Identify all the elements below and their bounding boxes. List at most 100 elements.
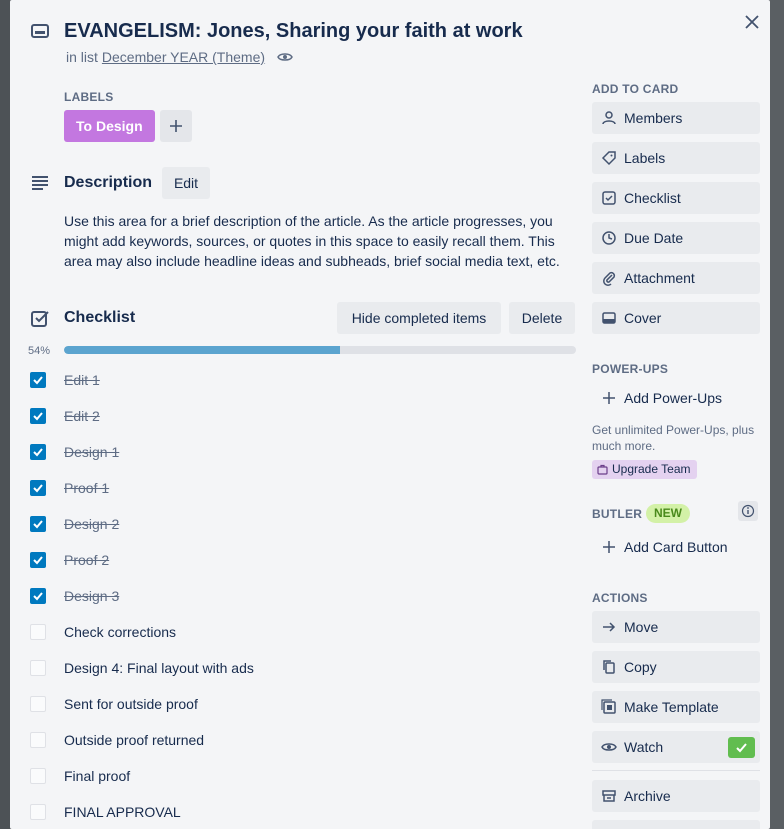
checklist-item[interactable]: Design 4: Final layout with ads <box>10 650 590 686</box>
description-text[interactable]: Use this area for a brief description of… <box>64 211 584 271</box>
list-link[interactable]: December YEAR (Theme) <box>102 48 265 66</box>
members-label: Members <box>624 110 683 126</box>
checklist-item-text[interactable]: Design 3 <box>64 587 119 605</box>
upgrade-team-label: Upgrade Team <box>612 462 691 476</box>
checklist-item[interactable]: FINAL APPROVAL <box>10 794 590 829</box>
checklist-item-text[interactable]: Edit 1 <box>64 371 100 389</box>
move-button[interactable]: Move <box>592 611 760 643</box>
add-to-card-heading: ADD TO CARD <box>592 82 679 96</box>
checklist-item-text[interactable]: FINAL APPROVAL <box>64 803 181 821</box>
checklist-item[interactable]: Sent for outside proof <box>10 686 590 722</box>
make-template-label: Make Template <box>624 699 719 715</box>
edit-description-button[interactable]: Edit <box>162 167 210 199</box>
checkbox[interactable] <box>30 552 46 568</box>
checkbox[interactable] <box>30 696 46 712</box>
plus-icon <box>603 541 615 553</box>
add-card-button-label: Add Card Button <box>624 539 728 555</box>
checkbox[interactable] <box>30 588 46 604</box>
checklist-item[interactable]: Edit 1 <box>10 362 590 398</box>
checklist-item-text[interactable]: Check corrections <box>64 623 176 641</box>
archive-button[interactable]: Archive <box>592 780 760 812</box>
close-icon <box>745 15 759 29</box>
checkbox[interactable] <box>30 480 46 496</box>
checklist-item[interactable]: Design 3 <box>10 578 590 614</box>
check-icon <box>33 484 43 493</box>
labels-button[interactable]: Labels <box>592 142 760 174</box>
cover-icon <box>602 312 616 324</box>
info-icon <box>741 504 755 518</box>
hide-completed-button[interactable]: Hide completed items <box>337 302 501 334</box>
checklist-item[interactable]: Check corrections <box>10 614 590 650</box>
members-button[interactable]: Members <box>592 102 760 134</box>
checklist-item-text[interactable]: Design 1 <box>64 443 119 461</box>
check-icon <box>33 412 43 421</box>
due-date-button[interactable]: Due Date <box>592 222 760 254</box>
checklist-items: Edit 1 Edit 2 Design 1 Proof 1 Design 2 Proof… <box>10 362 590 829</box>
arrow-right-icon <box>603 622 616 632</box>
checkbox[interactable] <box>30 660 46 676</box>
checklist-item-text[interactable]: Design 2 <box>64 515 119 533</box>
attachment-button[interactable]: Attachment <box>592 262 760 294</box>
check-icon <box>33 448 43 457</box>
info-button[interactable] <box>738 501 758 521</box>
in-list-prefix: in list <box>66 49 98 65</box>
cover-button[interactable]: Cover <box>592 302 760 334</box>
archive-icon <box>602 790 616 802</box>
checklist-item-text[interactable]: Edit 2 <box>64 407 100 425</box>
checklist-item[interactable]: Design 1 <box>10 434 590 470</box>
description-heading: Description <box>64 174 153 191</box>
description-icon <box>32 176 48 190</box>
briefcase-icon <box>597 464 608 475</box>
plus-icon <box>170 120 182 132</box>
delete-checklist-button[interactable]: Delete <box>509 302 575 334</box>
add-label-button[interactable] <box>160 110 192 142</box>
make-template-button[interactable]: Make Template <box>592 691 760 723</box>
add-power-ups-label: Add Power-Ups <box>624 390 723 406</box>
checklist-button[interactable]: Checklist <box>592 182 760 214</box>
watch-button[interactable]: Watch <box>592 731 760 763</box>
copy-button[interactable]: Copy <box>592 651 760 683</box>
checklist-heading: Checklist <box>64 309 136 326</box>
labels-heading: LABELS <box>64 90 114 104</box>
checkbox[interactable] <box>30 804 46 820</box>
checkbox[interactable] <box>30 408 46 424</box>
checklist-item-text[interactable]: Design 4: Final layout with ads <box>64 659 254 677</box>
new-badge: NEW <box>646 504 690 523</box>
close-button[interactable] <box>741 11 763 33</box>
share-button[interactable] <box>592 820 760 829</box>
label-to-design[interactable]: To Design <box>64 110 155 142</box>
power-ups-note: Get unlimited Power-Ups, plus much more. <box>592 423 755 453</box>
due-date-label: Due Date <box>624 230 684 246</box>
checklist-item[interactable]: Edit 2 <box>10 398 590 434</box>
checklist-item[interactable]: Design 2 <box>10 506 590 542</box>
checklist-item-text[interactable]: Proof 1 <box>64 479 109 497</box>
tag-icon <box>601 151 616 166</box>
check-icon <box>33 556 43 565</box>
checkbox[interactable] <box>30 768 46 784</box>
check-icon <box>736 743 747 753</box>
card-title[interactable]: EVANGELISM: Jones, Sharing your faith at… <box>64 18 523 44</box>
checklist-item-text[interactable]: Final proof <box>64 767 130 785</box>
card-list-info: in list December YEAR (Theme) <box>66 48 293 66</box>
butler-heading: BUTLER <box>592 507 643 521</box>
checkbox[interactable] <box>30 732 46 748</box>
checklist-item-text[interactable]: Proof 2 <box>64 551 109 569</box>
add-card-button-button[interactable]: Add Card Button <box>592 531 760 563</box>
card-icon <box>31 24 49 38</box>
clock-icon <box>602 231 616 245</box>
checkbox[interactable] <box>30 372 46 388</box>
checklist-item-text[interactable]: Outside proof returned <box>64 731 204 749</box>
checklist-item[interactable]: Proof 2 <box>10 542 590 578</box>
checklist-item[interactable]: Outside proof returned <box>10 722 590 758</box>
check-icon <box>33 592 43 601</box>
person-icon <box>602 111 616 125</box>
actions-heading: ACTIONS <box>592 591 648 605</box>
checkbox[interactable] <box>30 624 46 640</box>
add-power-ups-button[interactable]: Add Power-Ups <box>592 382 760 414</box>
checkbox[interactable] <box>30 444 46 460</box>
upgrade-team-button[interactable]: Upgrade Team <box>592 460 697 479</box>
checkbox[interactable] <box>30 516 46 532</box>
checklist-item-text[interactable]: Sent for outside proof <box>64 695 198 713</box>
checklist-item[interactable]: Proof 1 <box>10 470 590 506</box>
checklist-item[interactable]: Final proof <box>10 758 590 794</box>
